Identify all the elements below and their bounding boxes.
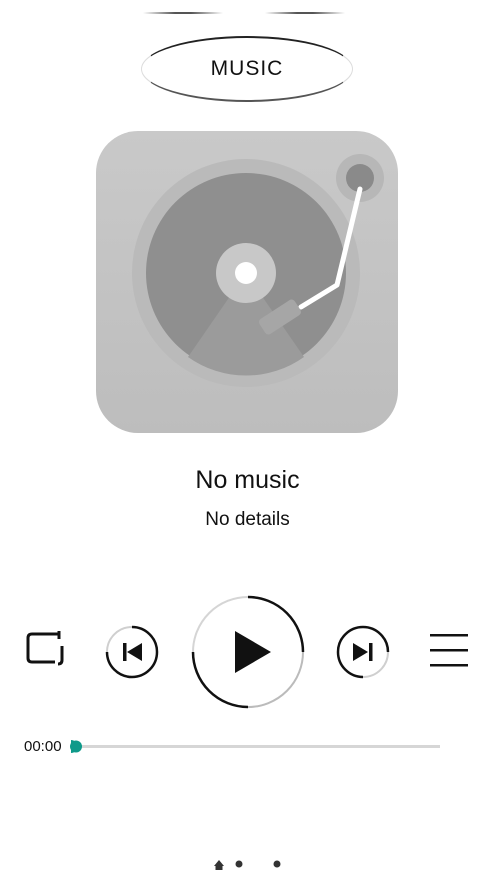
home-icon (214, 860, 224, 870)
playlist-button[interactable] (428, 628, 470, 672)
turntable-icon (96, 131, 398, 433)
previous-icon (105, 625, 159, 679)
album-art (96, 131, 398, 433)
top-line-left (143, 12, 223, 14)
progress-bar[interactable] (76, 740, 440, 753)
next-button[interactable] (335, 624, 391, 680)
top-line-right (265, 12, 345, 14)
track-title: No music (195, 466, 300, 494)
page-indicator (210, 856, 290, 872)
current-time: 00:00 (24, 738, 62, 755)
page-dot (235, 860, 243, 868)
page-title-pill: MUSIC (141, 36, 353, 102)
top-decoration (0, 12, 495, 18)
page-title: MUSIC (210, 57, 284, 80)
next-icon (336, 625, 390, 679)
playlist-icon (430, 634, 468, 667)
page-indicator-icons (214, 860, 281, 870)
progress-thumb[interactable] (70, 739, 85, 754)
play-icon (191, 595, 305, 709)
page-dot (273, 860, 281, 868)
repeat-icon (26, 631, 64, 666)
play-button[interactable] (190, 594, 306, 710)
track-details: No details (205, 509, 290, 530)
repeat-button[interactable] (23, 628, 67, 672)
previous-button[interactable] (104, 624, 160, 680)
